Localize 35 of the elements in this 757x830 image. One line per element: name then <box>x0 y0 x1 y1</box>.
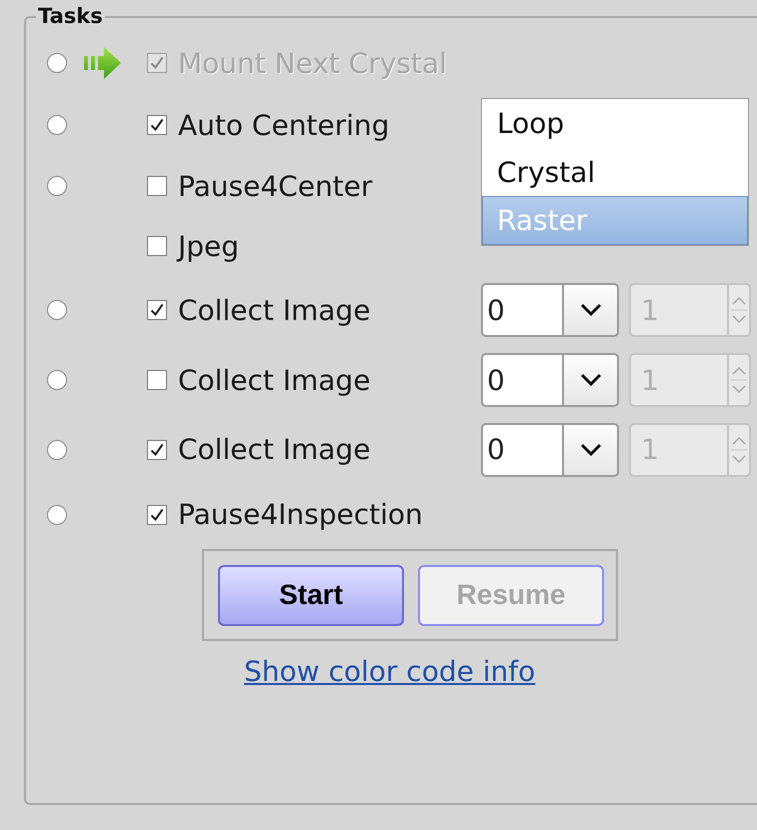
check-icon <box>150 56 164 70</box>
dropdown[interactable]: 0 <box>481 422 619 476</box>
list-item[interactable]: Crystal <box>482 148 748 196</box>
task-label: Collect Image <box>178 294 372 326</box>
task-label: Jpeg <box>178 230 240 262</box>
chevron-down-icon <box>580 442 602 456</box>
task-label: Auto Centering <box>178 108 390 142</box>
task-label: Collect Image <box>178 433 372 466</box>
task-label: Collect Image <box>178 364 372 396</box>
check-icon <box>150 303 164 317</box>
checkbox[interactable] <box>147 236 167 256</box>
checkbox[interactable] <box>147 300 167 320</box>
checkbox[interactable] <box>147 176 167 196</box>
dropdown[interactable]: 0 <box>481 353 619 407</box>
dropdown[interactable]: 0 <box>481 283 619 337</box>
action-button[interactable]: Start <box>218 564 404 626</box>
task-label: Pause4Center <box>178 170 374 202</box>
chevron-down-icon <box>580 373 602 387</box>
check-icon <box>150 118 164 132</box>
chevron-down-icon <box>580 303 602 317</box>
checkbox[interactable] <box>147 504 167 524</box>
checkbox[interactable] <box>147 440 167 460</box>
checkbox[interactable] <box>147 115 167 135</box>
checkbox[interactable] <box>147 370 167 390</box>
list-item[interactable]: Loop <box>482 99 748 148</box>
radio-button[interactable] <box>47 300 67 320</box>
check-icon <box>150 508 164 522</box>
check-icon <box>150 442 164 456</box>
color-code-link[interactable]: Show color code info <box>244 655 536 688</box>
radio-button[interactable] <box>47 370 67 390</box>
radio-button[interactable] <box>47 115 67 135</box>
radio-button[interactable] <box>47 504 67 524</box>
radio-button[interactable] <box>47 440 67 460</box>
radio-button[interactable] <box>47 176 67 196</box>
task-label: Pause4Inspection <box>178 498 424 531</box>
